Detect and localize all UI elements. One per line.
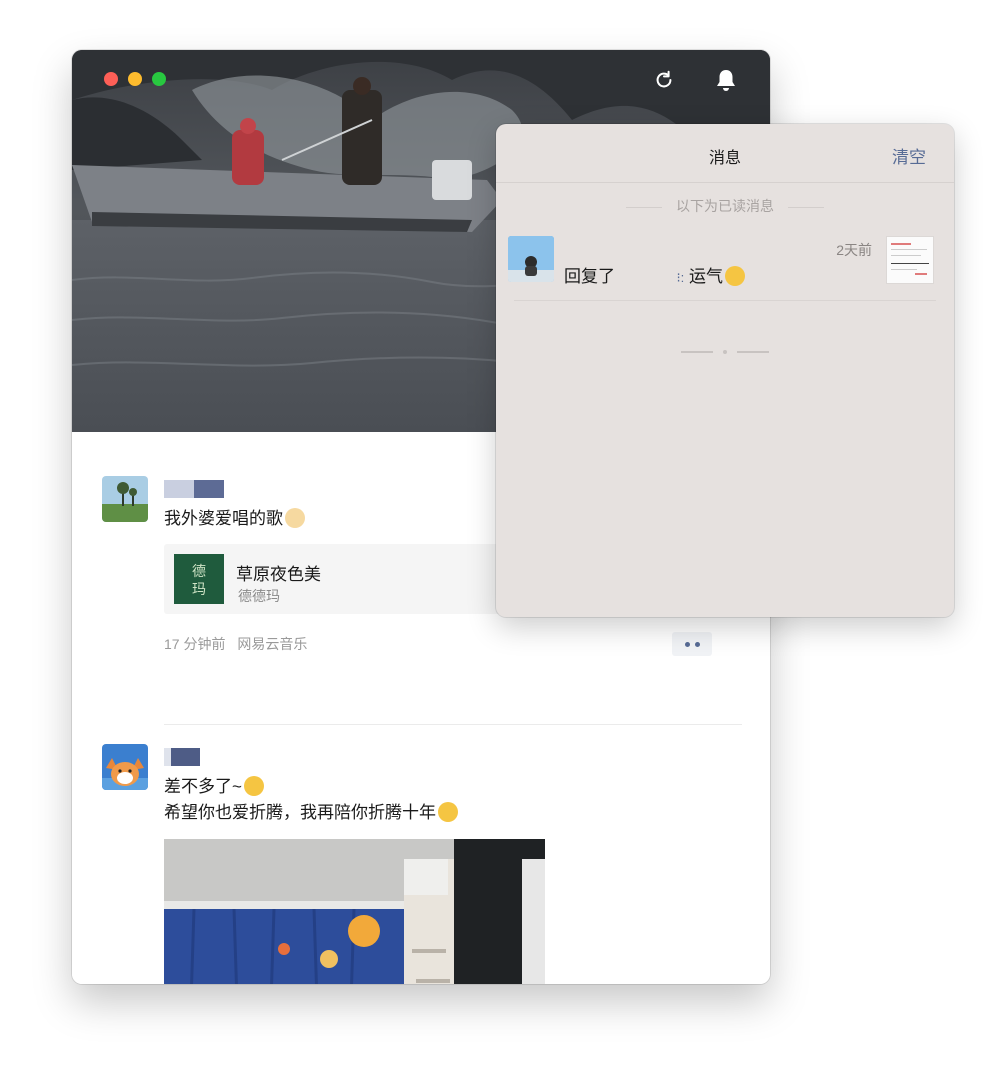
laughing-emoji-icon bbox=[724, 266, 745, 286]
sunglasses-emoji-icon bbox=[243, 776, 264, 796]
post-meta: 17 分钟前 网易云音乐 bbox=[164, 634, 307, 654]
music-artist: 德德玛 bbox=[238, 588, 280, 604]
avatar bbox=[508, 236, 554, 282]
end-of-list-indicator bbox=[496, 350, 954, 354]
svg-text:德: 德 bbox=[192, 564, 206, 580]
notification-divider bbox=[514, 300, 936, 301]
zoom-window-button[interactable] bbox=[152, 72, 166, 86]
nickname[interactable] bbox=[164, 748, 200, 766]
read-messages-divider: 以下为已读消息 bbox=[496, 196, 954, 216]
hugging-face-emoji-icon bbox=[438, 802, 458, 822]
popover-header-divider bbox=[496, 182, 954, 183]
post-text: 希望你也爱折腾，我再陪你折腾十年 bbox=[164, 800, 458, 826]
popover-title: 消息 bbox=[708, 150, 741, 167]
avatar[interactable] bbox=[102, 476, 148, 522]
post-source[interactable]: 网易云音乐 bbox=[237, 636, 307, 652]
avatar[interactable] bbox=[102, 744, 148, 790]
clear-button[interactable]: 清空 bbox=[892, 143, 926, 168]
music-title: 草原夜色美 bbox=[236, 565, 321, 584]
post-text: 我外婆爱唱的歌 bbox=[164, 506, 305, 532]
post-photo[interactable] bbox=[164, 839, 545, 984]
post-text: 差不多了~ bbox=[164, 774, 264, 800]
post-time: 17 分钟前 bbox=[164, 636, 226, 652]
redacted-name: ⁝: bbox=[676, 270, 685, 285]
close-window-button[interactable] bbox=[104, 72, 118, 86]
post-divider bbox=[164, 724, 742, 725]
cat-face-emoji-icon bbox=[285, 508, 305, 528]
notification-text: 回复了 ⁝: 运气 bbox=[564, 262, 745, 287]
more-actions-button[interactable] bbox=[672, 632, 712, 656]
notification-popover: 消息 清空 以下为已读消息 回复了 ⁝: 运气 2天前 bbox=[496, 124, 954, 617]
minimize-window-button[interactable] bbox=[128, 72, 142, 86]
refresh-icon[interactable] bbox=[652, 68, 676, 92]
svg-text:玛: 玛 bbox=[192, 582, 206, 598]
album-cover: 德玛 bbox=[174, 554, 224, 604]
nickname[interactable] bbox=[164, 480, 224, 498]
bell-icon[interactable] bbox=[714, 68, 738, 92]
notification-time: 2天前 bbox=[836, 242, 872, 258]
notification-item[interactable]: 回复了 ⁝: 运气 2天前 bbox=[508, 236, 938, 300]
window-controls bbox=[104, 72, 166, 86]
post-thumbnail bbox=[886, 236, 934, 284]
